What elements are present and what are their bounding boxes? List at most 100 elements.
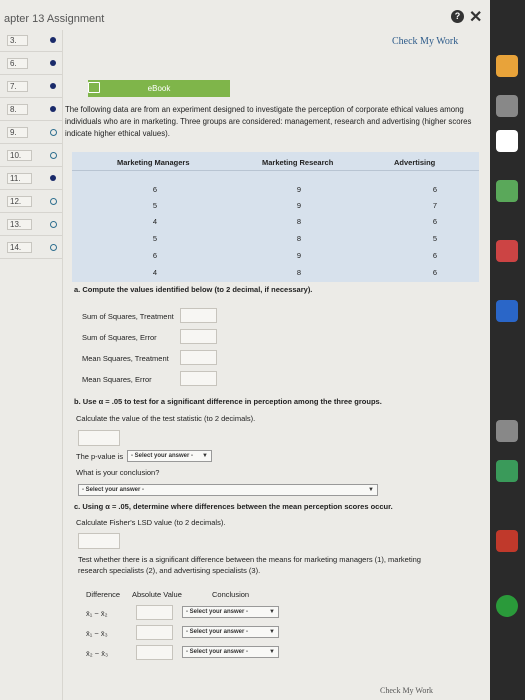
table-cell: 5 — [152, 234, 158, 243]
question-number: 3. — [7, 35, 28, 46]
question-item[interactable]: 12. — [0, 190, 62, 213]
question-number: 12. — [7, 196, 33, 207]
title-bar: apter 13 Assignment ? ✕ — [0, 0, 490, 34]
status-dot-icon — [50, 60, 56, 66]
question-item[interactable]: 3. — [0, 29, 62, 52]
app-icon[interactable] — [496, 55, 518, 77]
question-item[interactable]: 14. — [0, 236, 62, 259]
abs-value-input-1-2[interactable] — [136, 605, 173, 620]
dropdown-arrow-icon: ▼ — [269, 649, 275, 655]
conclusion-select-1-3[interactable]: - Select your answer - ▼ — [182, 626, 279, 638]
conclusion-select-2-3[interactable]: - Select your answer - ▼ — [182, 646, 279, 658]
ss-treatment-label: Sum of Squares, Treatment — [82, 312, 174, 321]
question-item[interactable]: 11. — [0, 167, 62, 190]
table-cell: 7 — [432, 201, 438, 210]
table-cell: 8 — [296, 234, 302, 243]
question-number: 14. — [7, 242, 33, 253]
status-dot-icon — [50, 83, 56, 89]
app-icon[interactable] — [496, 180, 518, 202]
question-number: 10. — [7, 150, 33, 161]
conclusion-select-label: - Select your answer - — [186, 609, 249, 615]
col-header-research: Marketing Research — [262, 158, 334, 167]
status-dot-icon — [50, 152, 57, 159]
question-number: 7. — [7, 81, 28, 92]
ms-treatment-label: Mean Squares, Treatment — [82, 354, 169, 363]
dropdown-arrow-icon: ▼ — [202, 453, 208, 459]
header-difference: Difference — [86, 590, 121, 599]
question-item[interactable]: 10. — [0, 144, 62, 167]
app-icon[interactable] — [496, 530, 518, 552]
table-cell: 5 — [432, 234, 438, 243]
conclusion-select-label: - Select your answer - — [186, 629, 249, 635]
abs-value-input-1-3[interactable] — [136, 625, 173, 640]
table-cell: 6 — [152, 185, 158, 194]
app-icon[interactable] — [496, 420, 518, 442]
status-dot-icon — [50, 198, 57, 205]
table-cell: 9 — [296, 185, 302, 194]
ebook-label: eBook — [147, 84, 171, 93]
table-cell: 6 — [152, 251, 158, 260]
table-cell: 4 — [152, 268, 158, 277]
window-title: apter 13 Assignment — [4, 13, 105, 25]
pvalue-label: The p-value is — [76, 452, 124, 461]
conclusion-select[interactable]: - Select your answer - ▼ — [78, 484, 378, 496]
pvalue-select[interactable]: - Select your answer - ▼ — [127, 450, 212, 462]
table-cell: 5 — [152, 201, 158, 210]
part-b-prompt: b. Use α = .05 to test for a significant… — [74, 397, 382, 406]
question-item[interactable]: 8. — [0, 98, 62, 121]
question-intro: The following data are from an experimen… — [65, 105, 472, 138]
col-header-advertising: Advertising — [394, 158, 436, 167]
table-cell: 6 — [432, 217, 438, 226]
table-divider — [72, 170, 479, 171]
question-item[interactable]: 9. — [0, 121, 62, 144]
ebook-button[interactable]: eBook — [88, 80, 230, 97]
table-cell: 8 — [296, 217, 302, 226]
close-icon[interactable]: ✕ — [469, 7, 482, 27]
dropdown-arrow-icon: ▼ — [368, 487, 374, 493]
header-conclusion: Conclusion — [212, 590, 250, 599]
diff-label-1-3: x̄₁ − x̄₃ — [86, 629, 108, 638]
divider — [62, 30, 63, 700]
help-icon[interactable]: ? — [451, 10, 464, 23]
app-icon[interactable] — [496, 130, 518, 152]
part-c-prompt: c. Using α = .05, determine where differ… — [74, 502, 393, 511]
question-item[interactable]: 6. — [0, 52, 62, 75]
app-icon[interactable] — [496, 300, 518, 322]
part-c-calc: Calculate Fisher's LSD value (to 2 decim… — [76, 518, 226, 527]
question-number: 11. — [7, 173, 32, 184]
status-dot-icon — [50, 37, 56, 43]
abs-value-input-2-3[interactable] — [136, 645, 173, 660]
table-cell: 6 — [432, 251, 438, 260]
lsd-input[interactable] — [78, 533, 120, 549]
conclusion-select-label: - Select your answer - — [82, 487, 145, 493]
data-table: Marketing Managers Marketing Research Ad… — [72, 152, 479, 282]
test-statistic-input[interactable] — [78, 430, 120, 446]
check-my-work-link-bottom[interactable]: Check My Work — [380, 686, 433, 695]
app-icon[interactable] — [496, 460, 518, 482]
table-cell: 9 — [296, 201, 302, 210]
app-icon[interactable] — [496, 595, 518, 617]
ss-treatment-input[interactable] — [180, 308, 217, 323]
question-item[interactable]: 7. — [0, 75, 62, 98]
part-c-test: Test whether there is a significant diff… — [78, 555, 421, 575]
check-my-work-link-top[interactable]: Check My Work — [392, 36, 458, 47]
status-dot-icon — [50, 244, 57, 251]
status-dot-icon — [50, 221, 57, 228]
dropdown-arrow-icon: ▼ — [269, 609, 275, 615]
question-list: 3. 6. 7. 8. 9. 10. 11. 12. 13. 14. — [0, 29, 62, 259]
ms-treatment-input[interactable] — [180, 350, 217, 365]
question-number: 6. — [7, 58, 28, 69]
table-cell: 4 — [152, 217, 158, 226]
ms-error-input[interactable] — [180, 371, 217, 386]
table-cell: 8 — [296, 268, 302, 277]
app-icon[interactable] — [496, 240, 518, 262]
conclusion-select-1-2[interactable]: - Select your answer - ▼ — [182, 606, 279, 618]
diff-label-1-2: x̄₁ − x̄₂ — [86, 609, 108, 618]
ss-error-input[interactable] — [180, 329, 217, 344]
question-item[interactable]: 13. — [0, 213, 62, 236]
status-dot-icon — [50, 175, 56, 181]
table-cell: 9 — [296, 251, 302, 260]
browser-sidebar — [490, 0, 525, 700]
header-absolute-value: Absolute Value — [132, 590, 182, 599]
app-icon[interactable] — [496, 95, 518, 117]
